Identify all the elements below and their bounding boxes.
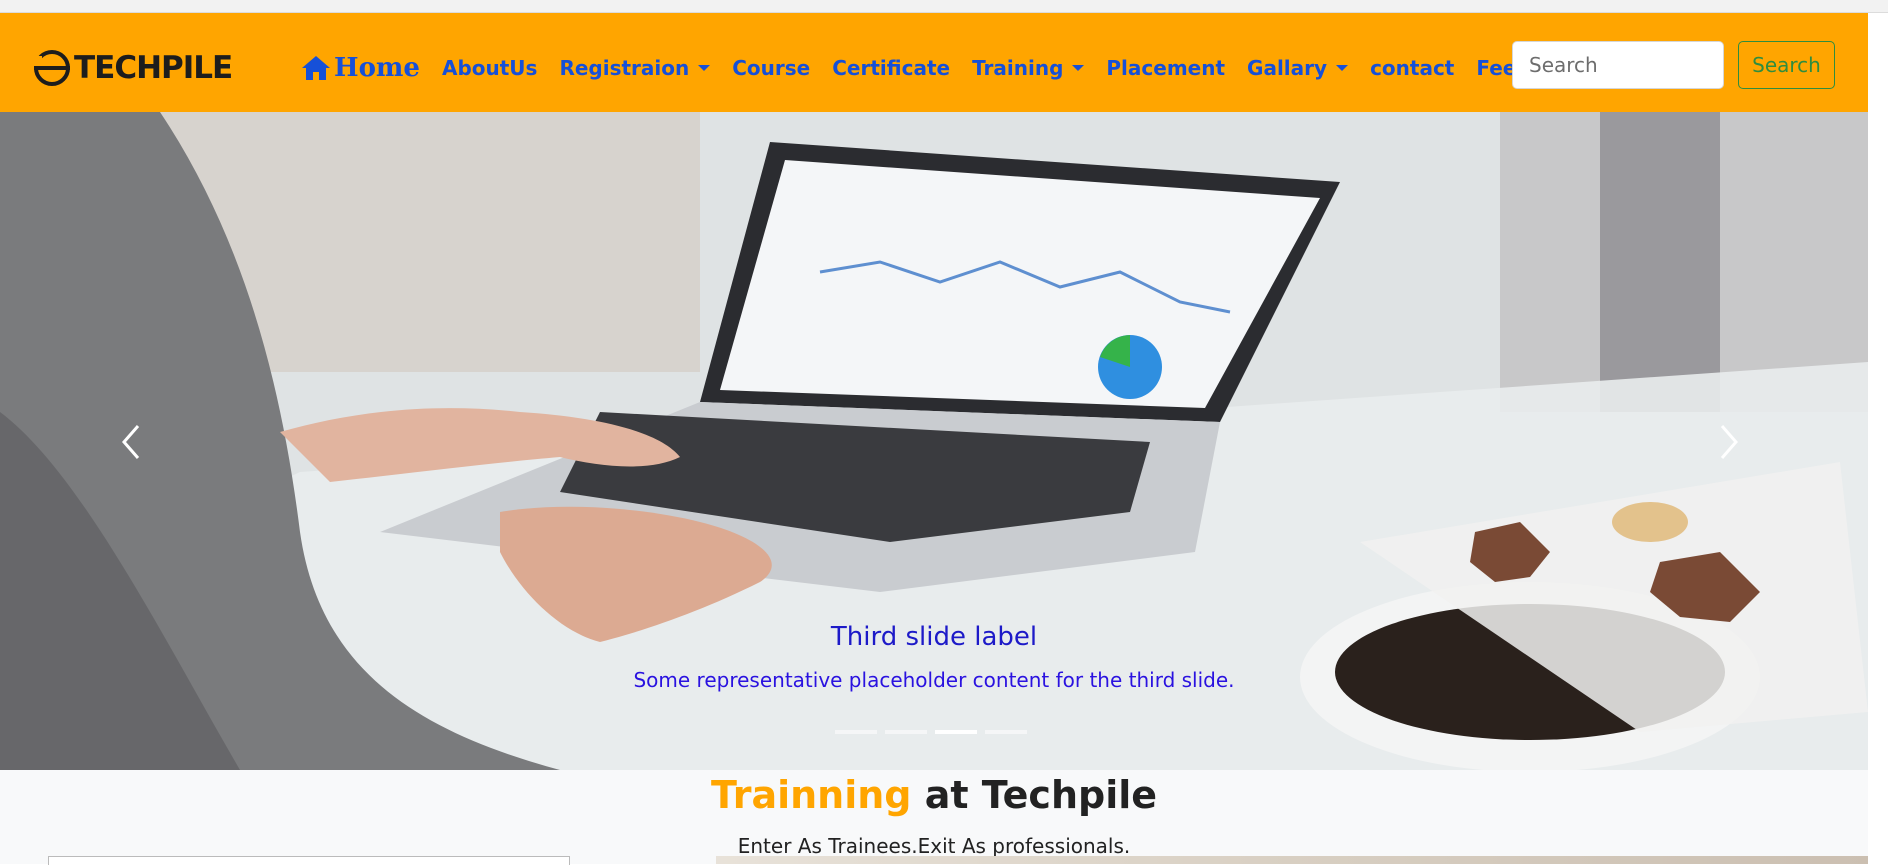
nav-label-registraion: Registraion xyxy=(559,56,690,80)
nav-label-contact: contact xyxy=(1370,56,1455,80)
nav-label-training: Training xyxy=(972,56,1064,80)
caret-down-icon xyxy=(1336,65,1349,71)
caret-down-icon xyxy=(698,65,711,71)
brand-logo[interactable]: TECHPILE xyxy=(32,40,233,96)
nav-item-registraion[interactable]: Registraion xyxy=(559,56,711,80)
nav-item-home[interactable]: Home xyxy=(300,53,420,83)
section-subtitle: Enter As Trainees.Exit As professionals. xyxy=(737,834,1131,858)
techpile-logo-icon xyxy=(32,50,70,86)
nav-label-gallary: Gallary xyxy=(1247,56,1328,80)
nav-label-certificate: Certificate xyxy=(832,56,951,80)
nav-label-placement: Placement xyxy=(1106,56,1226,80)
hero-carousel: Third slide label Some representative pl… xyxy=(0,112,1868,770)
nav-item-course[interactable]: Course xyxy=(732,56,810,80)
nav-label-aboutus: AboutUs xyxy=(441,56,538,80)
carousel-indicator[interactable] xyxy=(885,730,927,734)
brand-name: TECHPILE xyxy=(74,50,233,86)
slide-caption-title: Third slide label xyxy=(830,622,1038,652)
navbar: TECHPILE Home AboutUs Registraion Course… xyxy=(0,13,1868,112)
caret-down-icon xyxy=(1072,65,1085,71)
nav-item-aboutus[interactable]: AboutUs xyxy=(442,56,537,80)
nav-item-gallary[interactable]: Gallary xyxy=(1247,56,1349,80)
nav-item-contact[interactable]: contact xyxy=(1370,56,1454,80)
nav-menu: Home AboutUs Registraion Course Certific… xyxy=(300,53,1606,83)
browser-top-edge xyxy=(0,0,1888,13)
nav-item-training[interactable]: Training xyxy=(972,56,1085,80)
search-input[interactable] xyxy=(1512,41,1724,89)
slide-caption-text: Some representative placeholder content … xyxy=(633,668,1235,692)
page-scrollbar[interactable] xyxy=(1870,112,1888,864)
section-title: Trainning at Techpile xyxy=(0,773,1868,817)
nav-label-course: Course xyxy=(732,56,811,80)
chevron-left-icon[interactable] xyxy=(102,412,162,472)
carousel-indicator-active[interactable] xyxy=(935,730,977,734)
nav-item-certificate[interactable]: Certificate xyxy=(832,56,950,80)
nav-label-home: Home xyxy=(334,53,420,83)
carousel-indicator[interactable] xyxy=(835,730,877,734)
home-icon xyxy=(302,56,330,80)
carousel-indicators xyxy=(835,730,1035,734)
chevron-right-icon[interactable] xyxy=(1698,412,1758,472)
nav-item-placement[interactable]: Placement xyxy=(1106,56,1225,80)
search-button[interactable]: Search xyxy=(1738,41,1835,89)
carousel-indicator[interactable] xyxy=(985,730,1027,734)
image-peek xyxy=(716,856,1868,864)
section-title-rest: at Techpile xyxy=(924,773,1158,817)
section-title-highlight: Trainning xyxy=(710,773,912,817)
